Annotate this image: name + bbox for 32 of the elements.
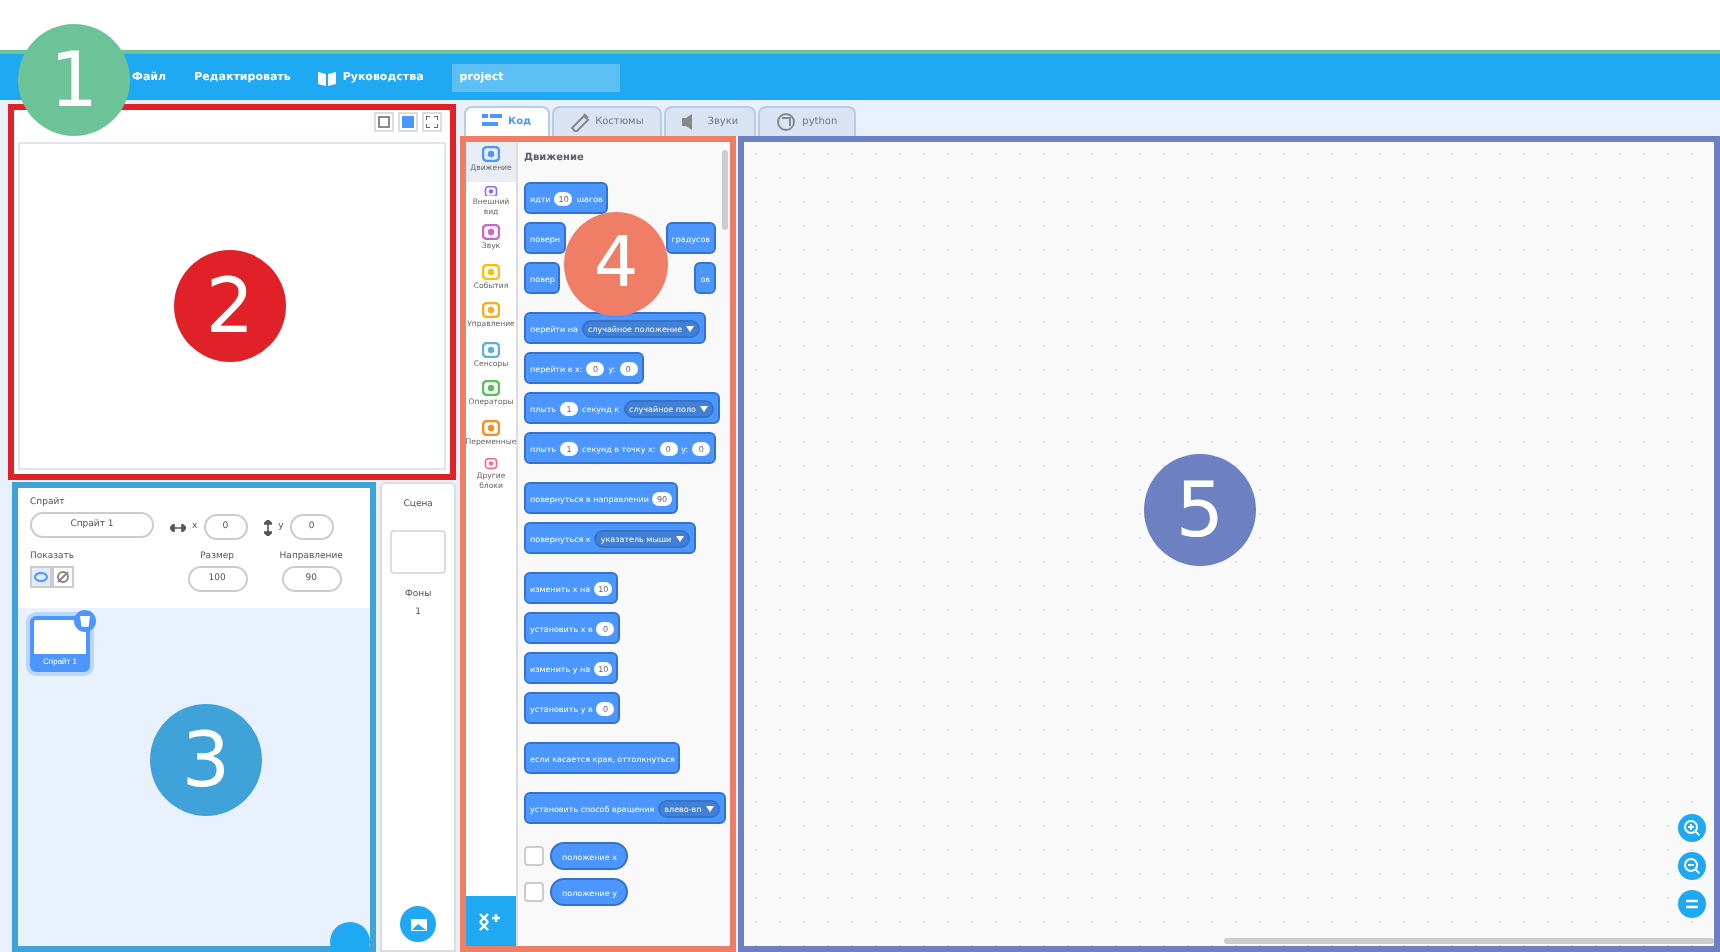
backdrop-thumbnail[interactable]: [390, 530, 447, 574]
filled-square-icon: [402, 116, 414, 128]
caret-icon: [686, 325, 695, 331]
eye-icon: [34, 572, 48, 582]
zoom-out-button[interactable]: [1678, 852, 1706, 880]
add-backdrop-button[interactable]: [400, 906, 437, 942]
horizontal-arrow-icon: [170, 523, 186, 531]
checkbox[interactable]: [524, 882, 544, 902]
reset-zoom-button[interactable]: [1678, 890, 1706, 918]
show-button[interactable]: [30, 566, 52, 588]
book-icon: [318, 69, 337, 85]
hide-button[interactable]: [52, 566, 74, 588]
caret-icon: [705, 805, 714, 811]
crossed-circle-icon: [56, 570, 70, 584]
small-stage-button[interactable]: [374, 112, 394, 132]
code-icon: [482, 112, 502, 132]
fullscreen-icon: [426, 116, 438, 128]
vertical-arrow-icon: [264, 519, 273, 535]
caret-icon: [675, 535, 684, 541]
fullscreen-button[interactable]: [422, 112, 442, 132]
brush-icon: [569, 112, 590, 132]
checkbox[interactable]: [524, 846, 544, 866]
zoom-in-button[interactable]: [1678, 814, 1706, 842]
large-stage-button[interactable]: [398, 112, 418, 132]
extension-icon: [478, 910, 504, 932]
add-sprite-button[interactable]: [330, 922, 370, 952]
extension-button[interactable]: [466, 896, 516, 946]
trash-icon[interactable]: [74, 610, 96, 632]
image-icon: [409, 917, 428, 931]
code-area[interactable]: [738, 136, 1720, 952]
caret-icon: [699, 405, 708, 411]
square-icon: [378, 116, 390, 128]
